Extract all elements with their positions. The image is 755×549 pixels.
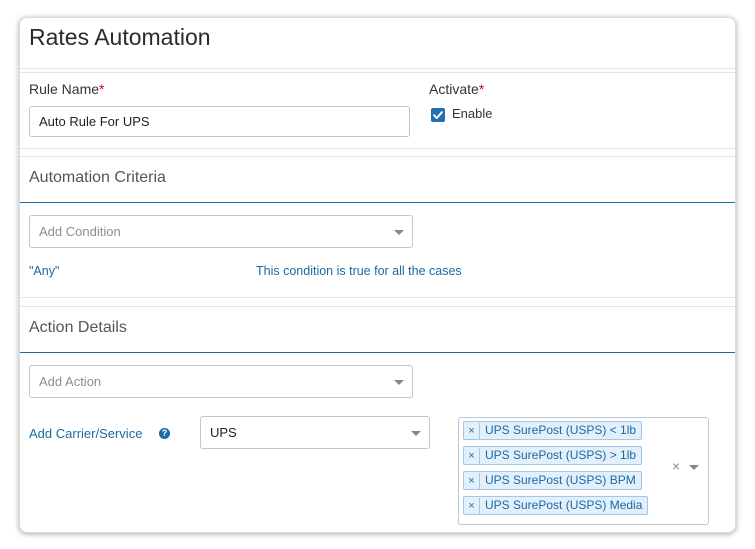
service-tag: × UPS SurePost (USPS) Media: [463, 496, 649, 515]
add-carrier-service-label: Add Carrier/Service: [29, 426, 143, 441]
add-action-select[interactable]: Add Action: [29, 365, 413, 398]
rule-name-input[interactable]: [29, 106, 410, 137]
chevron-down-icon: [411, 431, 421, 436]
remove-tag-icon[interactable]: ×: [464, 498, 480, 515]
service-tag: × UPS SurePost (USPS) > 1lb: [463, 446, 643, 465]
remove-tag-icon[interactable]: ×: [464, 473, 480, 490]
action-underline: [20, 352, 735, 353]
service-tag-label: UPS SurePost (USPS) > 1lb: [485, 448, 637, 462]
divider: [20, 68, 735, 69]
service-tag-label: UPS SurePost (USPS) BPM: [485, 473, 636, 487]
rule-name-label: Rule Name*: [29, 81, 104, 97]
enable-checkbox[interactable]: [431, 108, 445, 122]
activate-label-text: Activate: [429, 81, 479, 97]
clear-all-icon[interactable]: ×: [672, 458, 680, 474]
chevron-down-icon[interactable]: [689, 465, 699, 470]
divider: [20, 148, 735, 149]
checkmark-icon: [433, 111, 443, 119]
any-condition-label: "Any": [29, 264, 60, 278]
any-condition-description: This condition is true for all the cases: [256, 264, 462, 278]
service-multiselect[interactable]: × UPS SurePost (USPS) < 1lb × UPS SurePost…: [458, 417, 709, 525]
add-condition-placeholder: Add Condition: [39, 224, 121, 239]
criteria-underline: [20, 202, 735, 203]
service-tag: × UPS SurePost (USPS) < 1lb: [463, 421, 643, 440]
chevron-down-icon: [394, 230, 404, 235]
activate-label: Activate*: [429, 81, 484, 97]
service-tag-label: UPS SurePost (USPS) < 1lb: [485, 423, 637, 437]
action-details-title: Action Details: [29, 319, 127, 336]
enable-label: Enable: [452, 106, 493, 121]
rule-name-label-text: Rule Name: [29, 81, 100, 97]
help-icon[interactable]: ?: [159, 428, 170, 439]
divider: [20, 297, 735, 298]
service-tag: × UPS SurePost (USPS) BPM: [463, 471, 642, 490]
remove-tag-icon[interactable]: ×: [464, 448, 480, 465]
divider: [20, 156, 735, 157]
carrier-select-value: UPS: [210, 425, 237, 440]
automation-criteria-title: Automation Criteria: [29, 169, 166, 186]
divider: [20, 306, 735, 307]
service-tag-label: UPS SurePost (USPS) Media: [485, 498, 643, 512]
add-action-placeholder: Add Action: [39, 374, 102, 389]
required-mark: *: [478, 81, 485, 97]
add-condition-select[interactable]: Add Condition: [29, 215, 413, 248]
rates-automation-panel: Rates Automation Rule Name* Activate* En…: [19, 17, 736, 533]
chevron-down-icon: [394, 380, 404, 385]
divider: [20, 72, 735, 73]
required-mark: *: [99, 81, 105, 97]
carrier-select[interactable]: UPS: [200, 416, 430, 449]
page-title: Rates Automation: [29, 24, 211, 50]
remove-tag-icon[interactable]: ×: [464, 423, 480, 440]
